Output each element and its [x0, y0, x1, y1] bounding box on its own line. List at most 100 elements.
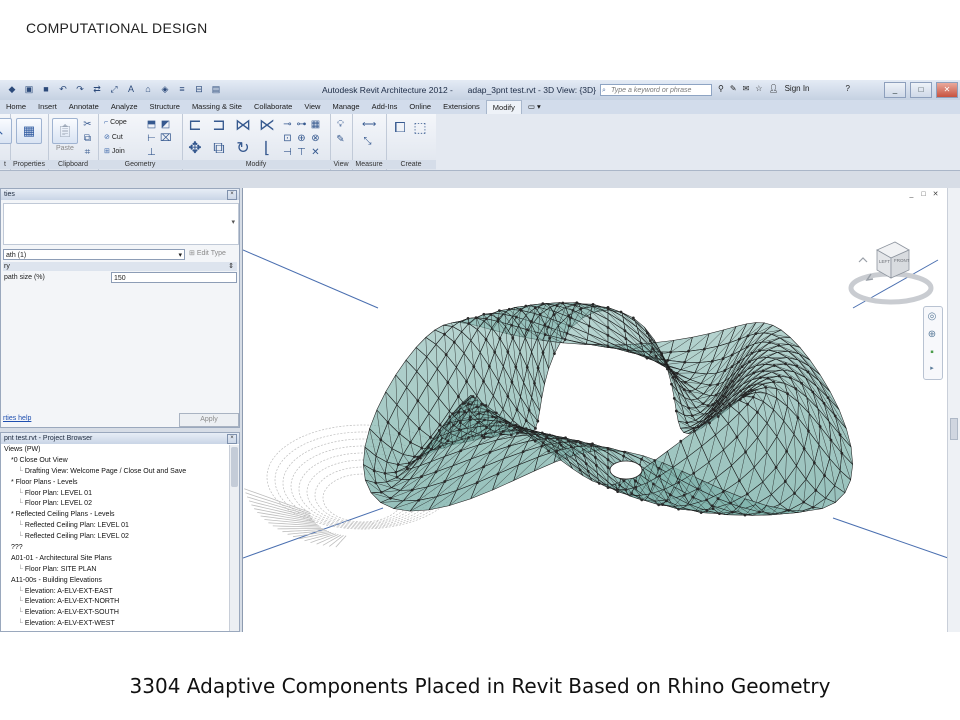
cut-clipboard-icon[interactable]: ✂	[82, 119, 93, 130]
viewport-scrollbar[interactable]	[947, 188, 960, 632]
delete-icon[interactable]: ✕	[310, 147, 321, 158]
zoom-icon[interactable]: ⊕	[926, 329, 938, 341]
browser-tree-item[interactable]: A01-01 - Architectural Site Plans	[1, 554, 229, 565]
copy-icon[interactable]: ⧉	[82, 133, 93, 144]
adaptive-point[interactable]	[494, 411, 498, 415]
browser-tree-item[interactable]: └ Elevation: A-ELV-EXT-NORTH	[1, 597, 229, 608]
adaptive-point[interactable]	[524, 419, 528, 423]
rotate-icon[interactable]: ↻	[234, 140, 252, 158]
save-icon[interactable]: ■	[40, 83, 52, 95]
split-face-icon[interactable]: ⬒	[146, 119, 157, 130]
match-type-icon[interactable]: ⌗	[82, 147, 93, 158]
adaptive-point[interactable]	[527, 408, 531, 412]
tab-insert[interactable]: Insert	[32, 100, 63, 114]
adaptive-point[interactable]	[443, 480, 447, 483]
measure-icon[interactable]: ⤢	[108, 83, 120, 95]
tab-online[interactable]: Online	[403, 100, 437, 114]
browser-tree-item[interactable]: *0 Close Out View	[1, 456, 229, 467]
app-menu-icon[interactable]: ◆	[6, 83, 18, 95]
adaptive-point[interactable]	[534, 426, 537, 430]
switch-windows-icon[interactable]: ▤	[210, 83, 222, 95]
section-icon[interactable]: ◈	[159, 83, 171, 95]
binoculars-icon[interactable]: ⚲	[718, 84, 724, 93]
adaptive-point[interactable]	[407, 461, 411, 465]
adaptive-point[interactable]	[716, 383, 720, 386]
3d-viewport[interactable]: _ □ ✕ LEFT FRONT ◎ ⊕ ▪ ▸	[242, 188, 960, 632]
favorites-icon[interactable]: ☆	[755, 84, 762, 93]
adaptive-point[interactable]	[567, 314, 571, 317]
tab-view[interactable]: View	[298, 100, 326, 114]
align-icon[interactable]: ⊏	[186, 117, 204, 135]
measure-between-icon[interactable]: ⟷	[362, 119, 376, 130]
cut-button[interactable]: ⊘ Cut	[104, 133, 123, 141]
tab-collaborate[interactable]: Collaborate	[248, 100, 298, 114]
offset-icon[interactable]: ⊐	[210, 117, 228, 135]
adaptive-point[interactable]	[395, 475, 399, 479]
browser-tree-item[interactable]: ???	[1, 543, 229, 554]
browser-tree-item[interactable]: * Floor Plans - Levels	[1, 478, 229, 489]
open-icon[interactable]: ▣	[23, 83, 35, 95]
close-button[interactable]: ✕	[936, 82, 958, 98]
adaptive-point[interactable]	[498, 420, 502, 424]
split-icon[interactable]: ⊸	[282, 119, 293, 130]
viewport-maximize-button[interactable]: □	[919, 191, 928, 199]
maximize-button[interactable]: □	[910, 82, 932, 98]
close-hidden-icon[interactable]: ⊟	[193, 83, 205, 95]
viewport-scroll-thumb[interactable]	[950, 418, 958, 440]
adaptive-point[interactable]	[548, 433, 552, 437]
ribbon-options-icon[interactable]: ▭ ▾	[522, 100, 547, 114]
adaptive-point[interactable]	[374, 481, 378, 485]
sync-icon[interactable]: ⇄	[91, 83, 103, 95]
wall-joins-icon[interactable]: ⊢	[146, 133, 157, 144]
browser-tree-item[interactable]: A11-00s - Building Elevations	[1, 576, 229, 587]
adaptive-point[interactable]	[699, 511, 703, 514]
split-gap-icon[interactable]: ⊶	[296, 119, 307, 130]
browser-tree-item[interactable]: └ Reflected Ceiling Plan: LEVEL 01	[1, 521, 229, 532]
adaptive-point[interactable]	[552, 352, 556, 356]
tab-home[interactable]: Home	[0, 100, 32, 114]
adaptive-point[interactable]	[389, 496, 392, 500]
viewcube-home-icon[interactable]	[858, 257, 868, 263]
adaptive-point[interactable]	[657, 503, 661, 507]
adaptive-point[interactable]	[383, 472, 387, 475]
adaptive-point[interactable]	[840, 451, 844, 455]
paint-icon[interactable]: ◩	[160, 119, 171, 130]
pan-icon[interactable]: ▪	[926, 347, 938, 359]
adaptive-point[interactable]	[533, 306, 537, 310]
viewport-minimize-button[interactable]: _	[907, 191, 916, 199]
properties-help-link[interactable]: rties help	[3, 415, 31, 422]
trim-single-icon[interactable]: ⊣	[282, 147, 293, 158]
adaptive-point[interactable]	[658, 474, 661, 478]
adaptive-point[interactable]	[737, 360, 740, 364]
adaptive-point[interactable]	[429, 447, 433, 451]
type-selector[interactable]: ath (1) ▾	[3, 249, 185, 260]
browser-tree-item[interactable]: └ Elevation: A-ELV-EXT-EAST	[1, 587, 229, 598]
adaptive-point[interactable]	[379, 490, 383, 494]
beam-join-icon[interactable]: ⊥	[146, 147, 157, 158]
adaptive-point[interactable]	[616, 490, 620, 494]
browser-tree-item[interactable]: └ Drafting View: Welcome Page / Close Ou…	[1, 467, 229, 478]
create-parts-icon[interactable]: ⬚	[412, 119, 428, 135]
browser-tree-item[interactable]: └ Elevation: A-ELV-EXT-SOUTH	[1, 608, 229, 619]
adaptive-point[interactable]	[417, 498, 421, 502]
properties-icon[interactable]: ▦	[16, 118, 42, 144]
adaptive-point[interactable]	[466, 402, 470, 406]
user-icon[interactable]: 👤︎	[768, 84, 778, 93]
demolish-icon[interactable]: ⌧	[160, 133, 172, 144]
subscription-icon[interactable]: ✎	[730, 84, 737, 93]
adaptive-point[interactable]	[475, 405, 479, 409]
tab-extensions[interactable]: Extensions	[437, 100, 486, 114]
copy-element-icon[interactable]: ⧉	[210, 140, 228, 158]
adaptive-point[interactable]	[624, 488, 628, 492]
browser-tree-item[interactable]: * Reflected Ceiling Plans - Levels	[1, 510, 229, 521]
adaptive-point[interactable]	[482, 312, 486, 316]
steering-wheel-icon[interactable]: ◎	[926, 311, 938, 323]
adaptive-point[interactable]	[833, 414, 837, 418]
adaptive-point[interactable]	[477, 412, 481, 415]
help-icon[interactable]: ?	[846, 84, 850, 93]
join-button[interactable]: ⊞ Join	[104, 147, 125, 155]
adaptive-point[interactable]	[738, 397, 742, 401]
array-icon[interactable]: ▦	[310, 119, 321, 130]
adaptive-point[interactable]	[509, 433, 513, 437]
adaptive-point[interactable]	[829, 438, 833, 442]
